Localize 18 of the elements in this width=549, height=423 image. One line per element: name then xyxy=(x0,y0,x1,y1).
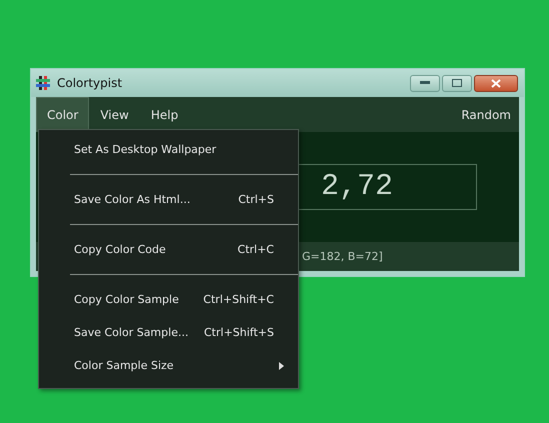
maximize-icon xyxy=(452,79,462,87)
menu-item[interactable]: Help xyxy=(140,97,190,132)
window-title: Colortypist xyxy=(57,76,124,90)
menu-item[interactable]: View xyxy=(89,97,140,132)
close-icon xyxy=(491,78,501,88)
app-icon xyxy=(35,75,51,91)
minimize-button[interactable] xyxy=(410,74,440,92)
menu-entry[interactable]: Color Sample Size xyxy=(39,349,298,382)
status-text: G=182, B=72] xyxy=(302,250,383,263)
menu-item[interactable]: Color xyxy=(36,97,90,132)
close-button[interactable] xyxy=(474,74,518,92)
menu-entry[interactable]: Copy Color Sample Ctrl+Shift+C xyxy=(39,283,298,316)
maximize-button[interactable] xyxy=(442,74,472,92)
menu-entry[interactable]: Copy Color Code Ctrl+C xyxy=(39,233,298,266)
menu-entry[interactable]: Save Color Sample... Ctrl+Shift+S xyxy=(39,316,298,349)
menu-entry[interactable]: Set As Desktop Wallpaper xyxy=(39,133,298,166)
random-button[interactable]: Random xyxy=(453,97,519,132)
minimize-icon xyxy=(420,81,430,85)
